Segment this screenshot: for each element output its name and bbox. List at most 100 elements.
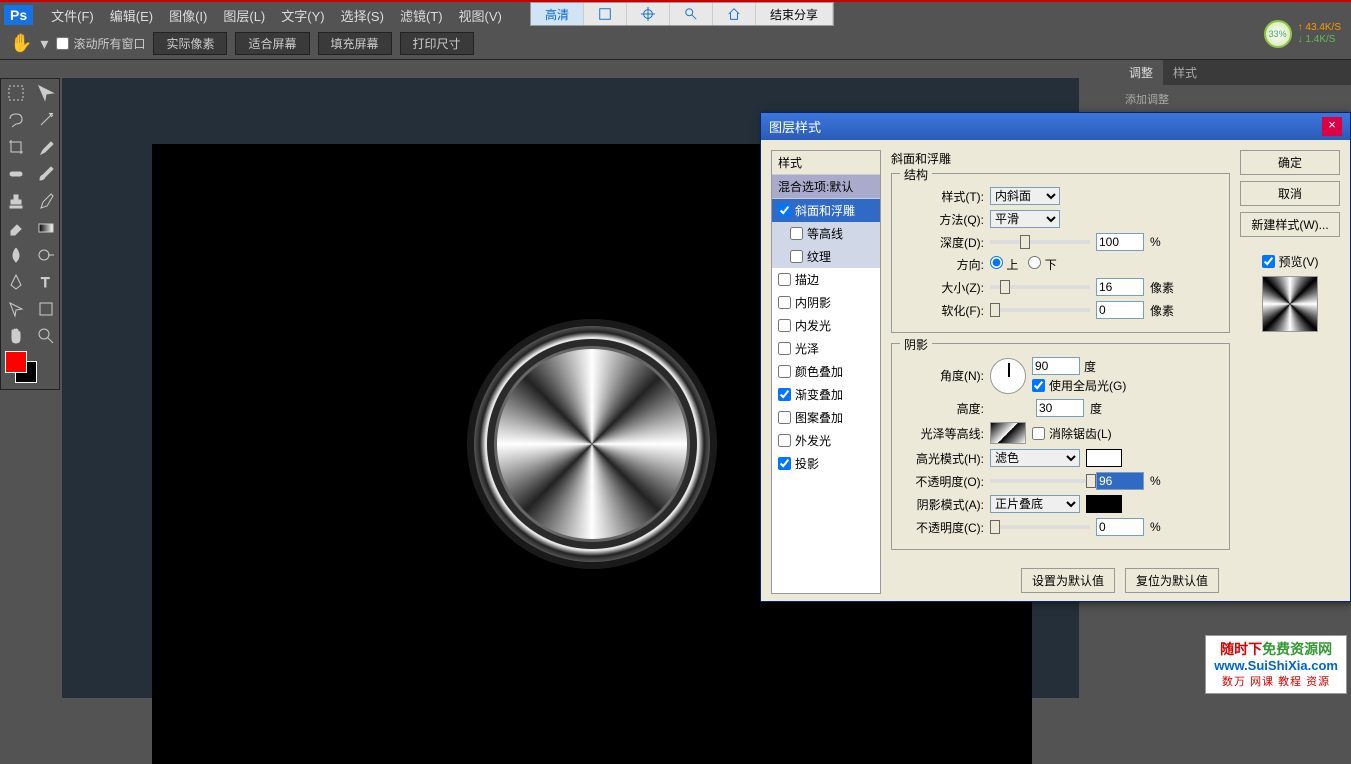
ok-button[interactable]: 确定 xyxy=(1240,150,1340,175)
wand-tool-icon[interactable] xyxy=(31,106,61,133)
stamp-tool-icon[interactable] xyxy=(1,187,31,214)
menu-edit[interactable]: 编辑(E) xyxy=(102,6,161,25)
depth-unit: % xyxy=(1150,235,1161,249)
angle-unit: 度 xyxy=(1084,358,1096,375)
highlight-mode-select[interactable]: 滤色 xyxy=(990,449,1080,467)
shape-tool-icon[interactable] xyxy=(31,295,61,322)
depth-input[interactable] xyxy=(1096,233,1144,251)
highlight-color-swatch[interactable] xyxy=(1086,449,1122,467)
hand-tool-icon[interactable] xyxy=(1,322,31,349)
effect-bevel[interactable]: 斜面和浮雕 xyxy=(772,199,880,222)
actual-pixels-button[interactable]: 实际像素 xyxy=(153,32,227,55)
gradient-tool-icon[interactable] xyxy=(31,214,61,241)
effect-gradient-overlay[interactable]: 渐变叠加 xyxy=(772,383,880,406)
method-select[interactable]: 平滑 xyxy=(990,210,1060,228)
download-speed: ↓ 1.4K/S xyxy=(1298,34,1341,46)
shadow-opacity-input[interactable] xyxy=(1096,518,1144,536)
global-light-checkbox[interactable]: 使用全局光(G) xyxy=(1032,377,1126,394)
effect-drop-shadow[interactable]: 投影 xyxy=(772,452,880,475)
effect-contour[interactable]: 等高线 xyxy=(772,222,880,245)
styles-list-header[interactable]: 样式 xyxy=(772,151,880,175)
dodge-tool-icon[interactable] xyxy=(31,241,61,268)
panel-tab-styles[interactable]: 样式 xyxy=(1163,60,1207,85)
effect-inner-shadow[interactable]: 内阴影 xyxy=(772,291,880,314)
lasso-tool-icon[interactable] xyxy=(1,106,31,133)
blur-tool-icon[interactable] xyxy=(1,241,31,268)
pen-tool-icon[interactable] xyxy=(1,268,31,295)
crop-tool-icon[interactable] xyxy=(1,133,31,160)
path-select-icon[interactable] xyxy=(1,295,31,322)
size-input[interactable] xyxy=(1096,278,1144,296)
blend-options-item[interactable]: 混合选项:默认 xyxy=(772,175,880,199)
gloss-contour-picker[interactable] xyxy=(990,422,1026,444)
history-brush-icon[interactable] xyxy=(31,187,61,214)
style-select[interactable]: 内斜面 xyxy=(990,187,1060,205)
make-default-button[interactable]: 设置为默认值 xyxy=(1021,568,1115,593)
direction-down-radio[interactable]: 下 xyxy=(1028,256,1056,273)
effect-pattern-overlay[interactable]: 图案叠加 xyxy=(772,406,880,429)
dialog-close-button[interactable]: × xyxy=(1322,117,1342,136)
section-title: 斜面和浮雕 xyxy=(891,150,1230,167)
effect-color-overlay[interactable]: 颜色叠加 xyxy=(772,360,880,383)
panel-tab-adjustments[interactable]: 调整 xyxy=(1119,60,1163,85)
angle-dial[interactable] xyxy=(990,358,1026,394)
dropdown-icon[interactable]: ▾ xyxy=(40,34,48,54)
angle-input[interactable] xyxy=(1032,357,1080,375)
menu-select[interactable]: 选择(S) xyxy=(333,6,392,25)
brush-tool-icon[interactable] xyxy=(31,160,61,187)
type-tool-icon[interactable]: T xyxy=(31,268,61,295)
preview-checkbox[interactable]: 预览(V) xyxy=(1240,253,1340,270)
fill-screen-button[interactable]: 填充屏幕 xyxy=(318,32,392,55)
share-zoom-icon[interactable] xyxy=(670,3,713,25)
antialias-checkbox[interactable]: 消除锯齿(L) xyxy=(1032,425,1112,442)
soften-input[interactable] xyxy=(1096,301,1144,319)
fit-screen-button[interactable]: 适合屏幕 xyxy=(235,32,309,55)
tools-panel: T xyxy=(0,78,60,390)
shadow-opacity-slider[interactable] xyxy=(990,525,1090,529)
menu-type[interactable]: 文字(Y) xyxy=(273,6,332,25)
share-home-icon[interactable] xyxy=(713,3,756,25)
effect-satin[interactable]: 光泽 xyxy=(772,337,880,360)
share-end-button[interactable]: 结束分享 xyxy=(756,3,833,25)
effect-outer-glow[interactable]: 外发光 xyxy=(772,429,880,452)
depth-slider[interactable] xyxy=(990,240,1090,244)
depth-label: 深度(D): xyxy=(902,234,984,251)
upload-speed: ↑ 43.4K/S xyxy=(1298,22,1341,34)
size-slider[interactable] xyxy=(990,285,1090,289)
share-rect-icon[interactable] xyxy=(584,3,627,25)
ps-logo: Ps xyxy=(4,5,33,25)
menu-view[interactable]: 视图(V) xyxy=(451,6,510,25)
svg-text:T: T xyxy=(41,274,50,290)
shadow-color-swatch[interactable] xyxy=(1086,495,1122,513)
altitude-input[interactable] xyxy=(1036,399,1084,417)
new-style-button[interactable]: 新建样式(W)... xyxy=(1240,212,1340,237)
effect-stroke[interactable]: 描边 xyxy=(772,268,880,291)
shadow-mode-select[interactable]: 正片叠底 xyxy=(990,495,1080,513)
effect-inner-glow[interactable]: 内发光 xyxy=(772,314,880,337)
move-tool-icon[interactable] xyxy=(31,79,61,106)
menu-file[interactable]: 文件(F) xyxy=(43,6,102,25)
cancel-button[interactable]: 取消 xyxy=(1240,181,1340,206)
menu-image[interactable]: 图像(I) xyxy=(161,6,215,25)
highlight-opacity-input[interactable] xyxy=(1096,472,1144,490)
scroll-all-checkbox[interactable]: 滚动所有窗口 xyxy=(56,35,145,52)
eraser-tool-icon[interactable] xyxy=(1,214,31,241)
soften-slider[interactable] xyxy=(990,308,1090,312)
menu-layer[interactable]: 图层(L) xyxy=(215,6,273,25)
marquee-tool-icon[interactable] xyxy=(1,79,31,106)
print-size-button[interactable]: 打印尺寸 xyxy=(400,32,474,55)
size-label: 大小(Z): xyxy=(902,279,984,296)
reset-default-button[interactable]: 复位为默认值 xyxy=(1125,568,1219,593)
effect-texture[interactable]: 纹理 xyxy=(772,245,880,268)
eyedropper-tool-icon[interactable] xyxy=(31,133,61,160)
foreground-color-swatch[interactable] xyxy=(5,351,27,373)
dialog-titlebar[interactable]: 图层样式 × xyxy=(761,113,1350,140)
menu-filter[interactable]: 滤镜(T) xyxy=(392,6,451,25)
share-target-icon[interactable] xyxy=(627,3,670,25)
color-swatches[interactable] xyxy=(1,349,59,389)
zoom-tool-icon[interactable] xyxy=(31,322,61,349)
highlight-opacity-slider[interactable] xyxy=(990,479,1090,483)
heal-tool-icon[interactable] xyxy=(1,160,31,187)
direction-up-radio[interactable]: 上 xyxy=(990,256,1018,273)
share-hd-button[interactable]: 高清 xyxy=(531,3,584,25)
